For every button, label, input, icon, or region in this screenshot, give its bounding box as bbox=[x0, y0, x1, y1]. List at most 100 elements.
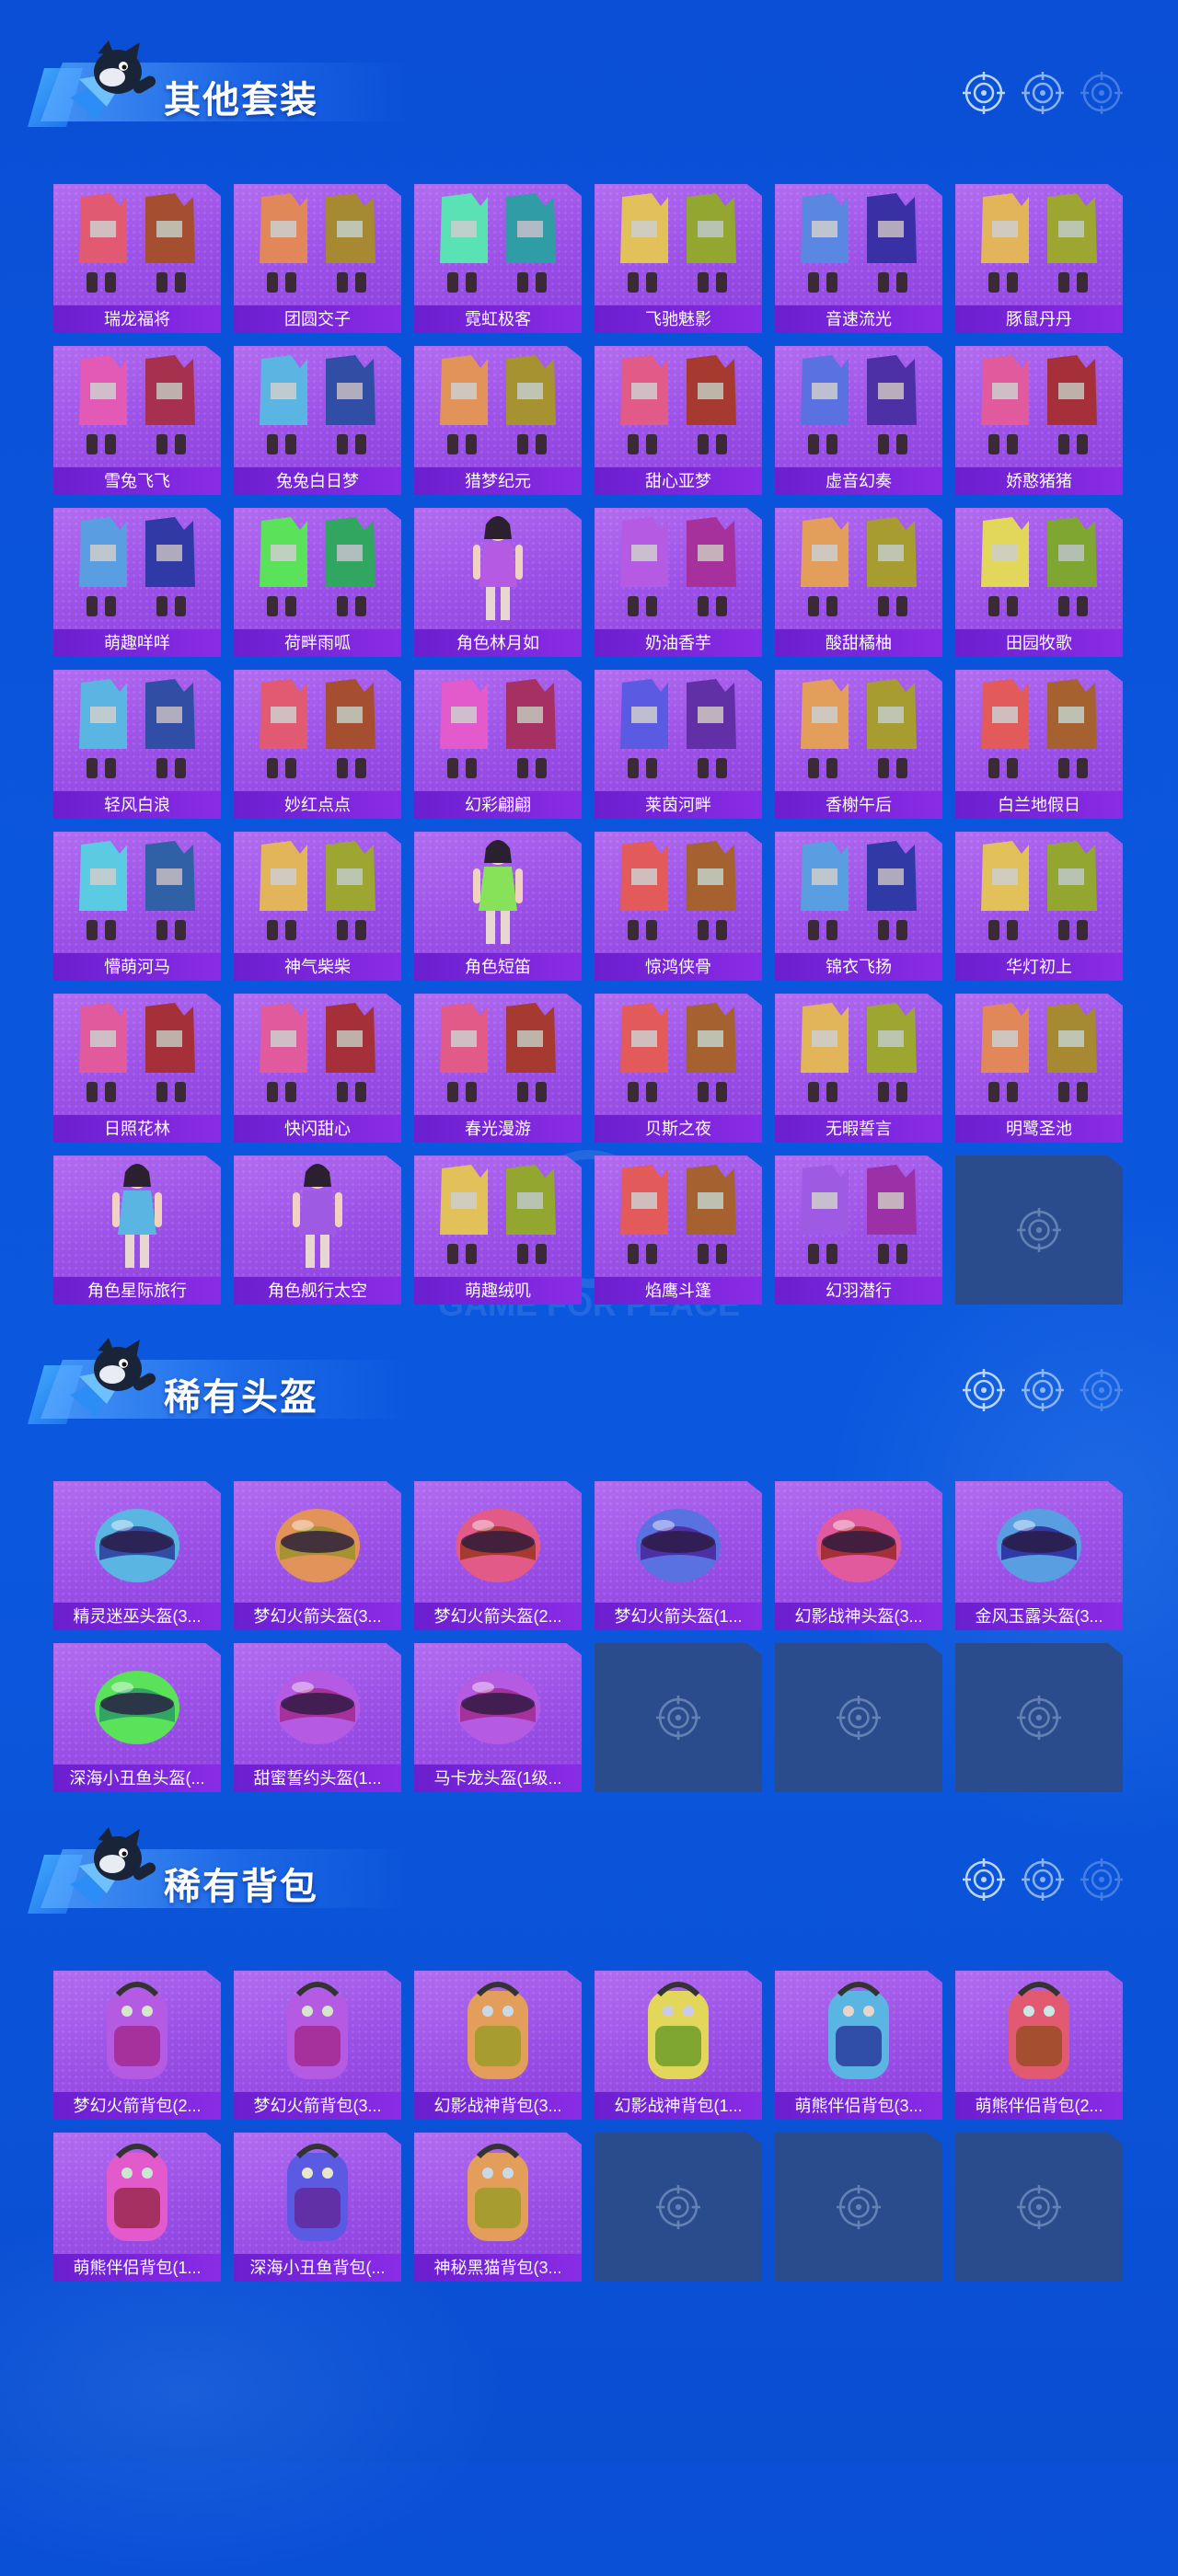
item-card[interactable]: 焰鹰斗篷 bbox=[595, 1156, 762, 1305]
item-card[interactable]: 深海小丑鱼背包(... bbox=[234, 2133, 401, 2282]
item-card[interactable]: 惊鸿侠骨 bbox=[595, 832, 762, 981]
item-card[interactable]: 角色林月如 bbox=[414, 508, 582, 657]
item-card[interactable]: 角色舰行太空 bbox=[234, 1156, 401, 1305]
item-card[interactable]: 明鹭圣池 bbox=[955, 994, 1123, 1143]
item-label: 莱茵河畔 bbox=[595, 791, 762, 819]
item-label: 角色短笛 bbox=[414, 953, 582, 981]
item-label: 梦幻火箭头盔(3... bbox=[234, 1603, 401, 1630]
item-label: 无暇誓言 bbox=[775, 1115, 942, 1143]
item-card[interactable]: 华灯初上 bbox=[955, 832, 1123, 981]
item-label: 田园牧歌 bbox=[955, 629, 1123, 657]
item-card[interactable]: 霓虹极客 bbox=[414, 184, 582, 333]
item-label: 角色舰行太空 bbox=[234, 1277, 401, 1305]
item-card[interactable]: 甜心亚梦 bbox=[595, 346, 762, 495]
item-card[interactable]: 幻羽潜行 bbox=[775, 1156, 942, 1305]
item-card[interactable]: 团圆交子 bbox=[234, 184, 401, 333]
item-card[interactable]: 角色星际旅行 bbox=[53, 1156, 221, 1305]
crosshair-icon bbox=[1017, 2185, 1061, 2229]
item-label: 马卡龙头盔(1级... bbox=[414, 1765, 582, 1792]
item-label: 华灯初上 bbox=[955, 953, 1123, 981]
item-label: 角色林月如 bbox=[414, 629, 582, 657]
item-card[interactable]: 猎梦纪元 bbox=[414, 346, 582, 495]
item-card[interactable]: 精灵迷巫头盔(3... bbox=[53, 1481, 221, 1630]
item-card[interactable]: 兔兔白日梦 bbox=[234, 346, 401, 495]
item-card[interactable]: 妙红点点 bbox=[234, 670, 401, 819]
crosshair-icon bbox=[656, 1696, 700, 1740]
item-label: 精灵迷巫头盔(3... bbox=[53, 1603, 221, 1630]
crosshair-icon bbox=[963, 1369, 1005, 1416]
item-label: 荷畔雨呱 bbox=[234, 629, 401, 657]
item-card[interactable]: 虚音幻奏 bbox=[775, 346, 942, 495]
crosshair-icon bbox=[1022, 1858, 1064, 1905]
item-card[interactable]: 马卡龙头盔(1级... bbox=[414, 1643, 582, 1792]
item-card[interactable]: 日照花林 bbox=[53, 994, 221, 1143]
item-card[interactable]: 幻影战神头盔(3... bbox=[775, 1481, 942, 1630]
item-label: 酸甜橘柚 bbox=[775, 629, 942, 657]
item-card[interactable]: 梦幻火箭背包(3... bbox=[234, 1971, 401, 2120]
item-card[interactable]: 金风玉露头盔(3... bbox=[955, 1481, 1123, 1630]
item-label: 幻彩翩翩 bbox=[414, 791, 582, 819]
item-label: 香榭午后 bbox=[775, 791, 942, 819]
item-label: 猎梦纪元 bbox=[414, 467, 582, 495]
item-card[interactable]: 萌趣咩咩 bbox=[53, 508, 221, 657]
item-label: 霓虹极客 bbox=[414, 305, 582, 333]
item-card[interactable]: 梦幻火箭头盔(2... bbox=[414, 1481, 582, 1630]
item-card[interactable]: 无暇誓言 bbox=[775, 994, 942, 1143]
item-card[interactable]: 田园牧歌 bbox=[955, 508, 1123, 657]
item-card[interactable]: 莱茵河畔 bbox=[595, 670, 762, 819]
item-card[interactable]: 幻影战神背包(1... bbox=[595, 1971, 762, 2120]
item-card[interactable]: 萌熊伴侣背包(3... bbox=[775, 1971, 942, 2120]
item-card[interactable]: 轻风白浪 bbox=[53, 670, 221, 819]
crosshair-icon bbox=[837, 2185, 881, 2229]
item-label: 幻影战神背包(1... bbox=[595, 2092, 762, 2120]
item-card[interactable]: 神秘黑猫背包(3... bbox=[414, 2133, 582, 2282]
item-label: 飞驰魅影 bbox=[595, 305, 762, 333]
item-label: 虚音幻奏 bbox=[775, 467, 942, 495]
item-label: 萌熊伴侣背包(2... bbox=[955, 2092, 1123, 2120]
item-card[interactable]: 快闪甜心 bbox=[234, 994, 401, 1143]
item-card[interactable]: 瑞龙福将 bbox=[53, 184, 221, 333]
crosshair-icon bbox=[1080, 1858, 1123, 1905]
item-card[interactable]: 酸甜橘柚 bbox=[775, 508, 942, 657]
item-card[interactable]: 飞驰魅影 bbox=[595, 184, 762, 333]
item-label: 幻影战神背包(3... bbox=[414, 2092, 582, 2120]
item-card[interactable]: 白兰地假日 bbox=[955, 670, 1123, 819]
crosshair-icon bbox=[1022, 1369, 1064, 1416]
item-label: 幻影战神头盔(3... bbox=[775, 1603, 942, 1630]
item-card[interactable]: 角色短笛 bbox=[414, 832, 582, 981]
item-card[interactable]: 懵萌河马 bbox=[53, 832, 221, 981]
item-card[interactable]: 神气柴柴 bbox=[234, 832, 401, 981]
item-label: 妙红点点 bbox=[234, 791, 401, 819]
item-label: 深海小丑鱼背包(... bbox=[234, 2254, 401, 2282]
item-card[interactable]: 荷畔雨呱 bbox=[234, 508, 401, 657]
item-card[interactable]: 音速流光 bbox=[775, 184, 942, 333]
item-card[interactable]: 梦幻火箭背包(2... bbox=[53, 1971, 221, 2120]
item-card[interactable]: 锦衣飞扬 bbox=[775, 832, 942, 981]
item-card[interactable]: 豚鼠丹丹 bbox=[955, 184, 1123, 333]
item-card[interactable]: 贝斯之夜 bbox=[595, 994, 762, 1143]
item-card[interactable]: 梦幻火箭头盔(3... bbox=[234, 1481, 401, 1630]
item-label: 角色星际旅行 bbox=[53, 1277, 221, 1305]
item-label: 明鹭圣池 bbox=[955, 1115, 1123, 1143]
item-card[interactable]: 甜蜜誓约头盔(1... bbox=[234, 1643, 401, 1792]
item-card[interactable]: 梦幻火箭头盔(1... bbox=[595, 1481, 762, 1630]
item-label: 梦幻火箭头盔(2... bbox=[414, 1603, 582, 1630]
item-label: 轻风白浪 bbox=[53, 791, 221, 819]
item-card[interactable]: 奶油香芋 bbox=[595, 508, 762, 657]
item-card[interactable]: 幻影战神背包(3... bbox=[414, 1971, 582, 2120]
item-card[interactable]: 春光漫游 bbox=[414, 994, 582, 1143]
item-card[interactable]: 娇憨猪猪 bbox=[955, 346, 1123, 495]
item-card[interactable]: 萌趣绒叽 bbox=[414, 1156, 582, 1305]
item-label: 团圆交子 bbox=[234, 305, 401, 333]
item-card[interactable]: 萌熊伴侣背包(1... bbox=[53, 2133, 221, 2282]
item-label: 春光漫游 bbox=[414, 1115, 582, 1143]
mascot-icon bbox=[61, 1330, 171, 1422]
item-label: 快闪甜心 bbox=[234, 1115, 401, 1143]
crosshair-icon bbox=[963, 1858, 1005, 1905]
item-card[interactable]: 深海小丑鱼头盔(... bbox=[53, 1643, 221, 1792]
item-card[interactable]: 萌熊伴侣背包(2... bbox=[955, 1971, 1123, 2120]
mascot-icon bbox=[61, 33, 171, 125]
item-card[interactable]: 幻彩翩翩 bbox=[414, 670, 582, 819]
item-card[interactable]: 香榭午后 bbox=[775, 670, 942, 819]
item-card[interactable]: 雪兔飞飞 bbox=[53, 346, 221, 495]
